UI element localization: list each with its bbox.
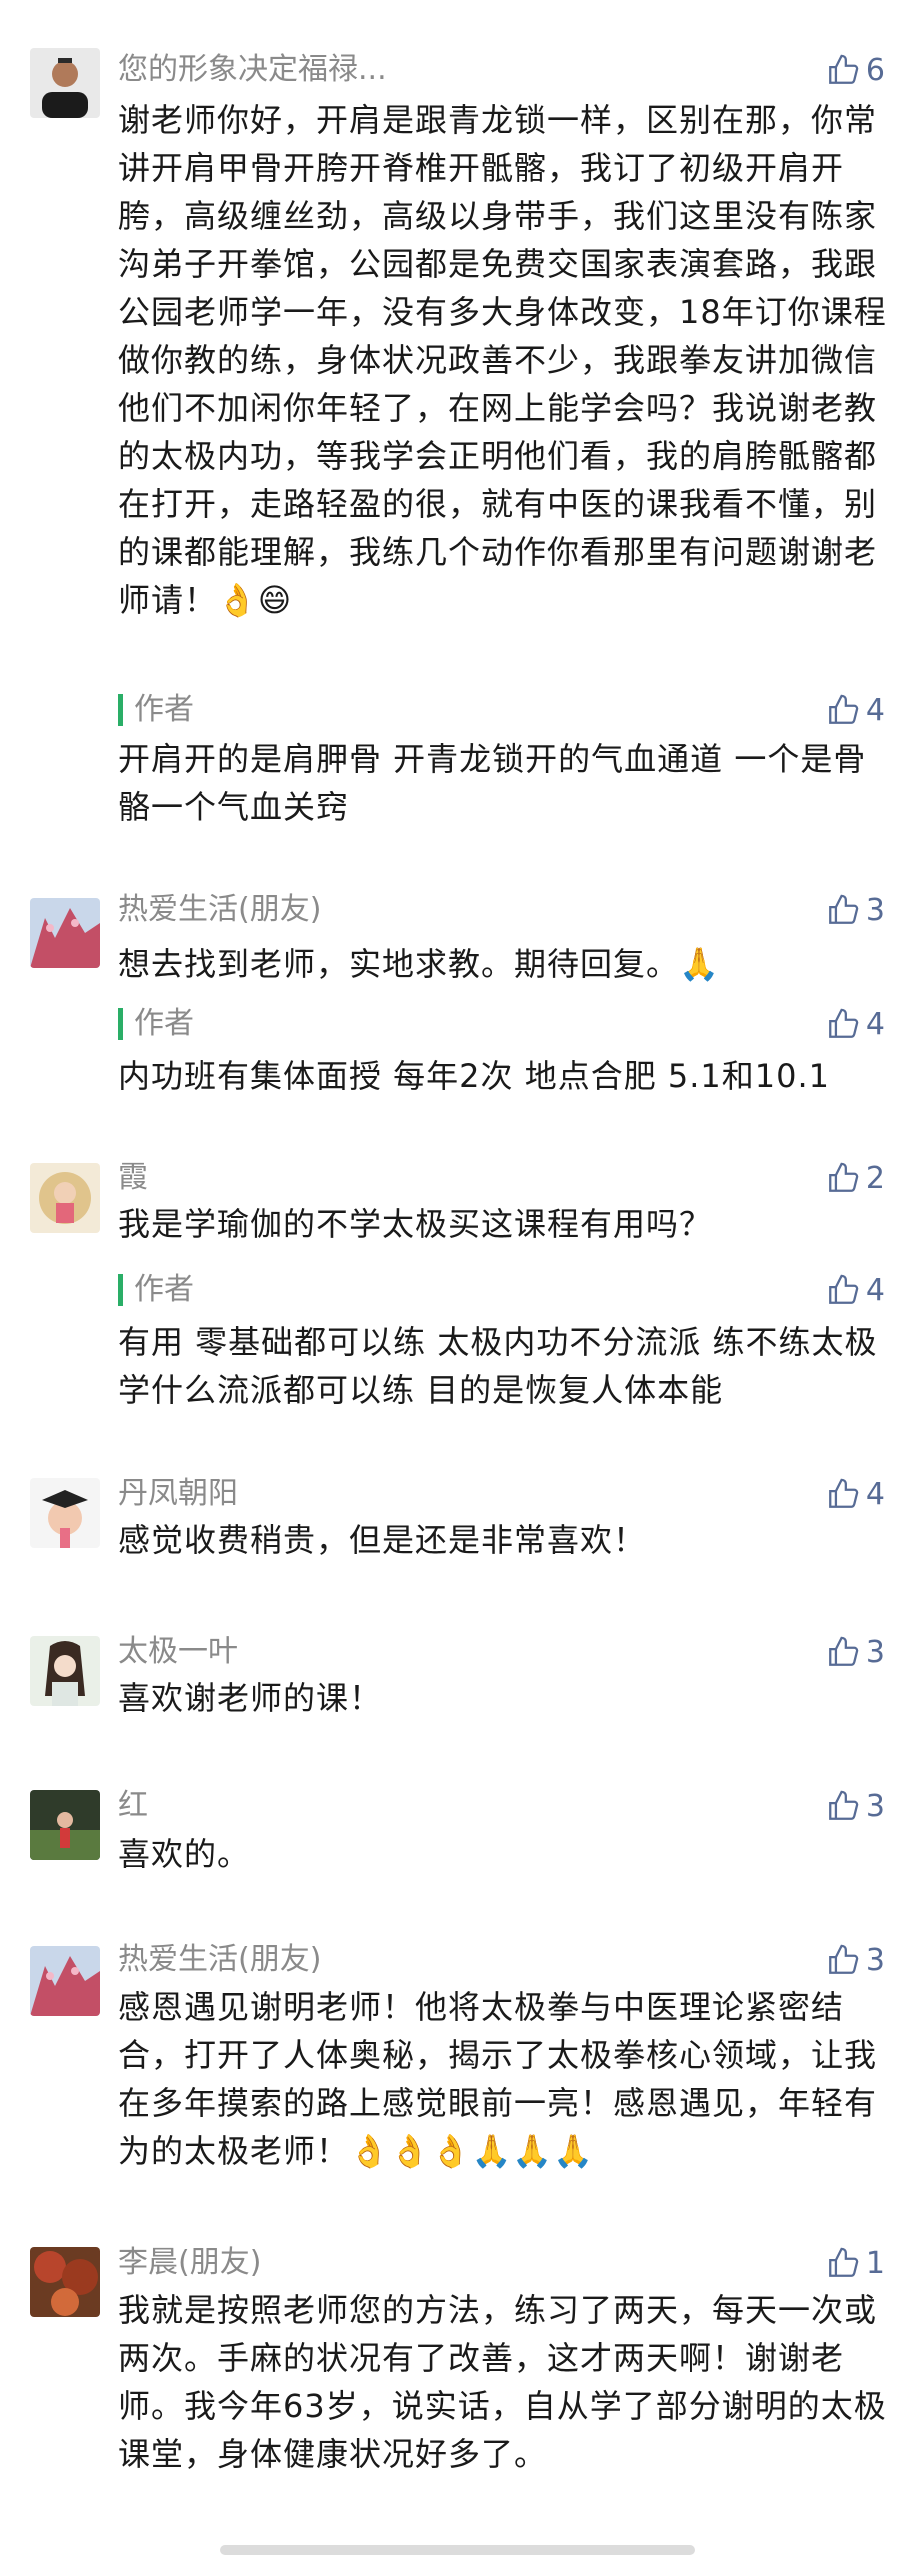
thumbs-up-icon: [829, 1790, 859, 1820]
like-button[interactable]: 3: [826, 890, 885, 930]
comment-text: 谢老师你好，开肩是跟青龙锁一样，区别在那，你常讲开肩甲骨开胯开脊椎开骶髂，我订了…: [118, 101, 887, 619]
like-count: 3: [865, 1634, 885, 1670]
like-button[interactable]: 3: [826, 1632, 885, 1672]
comment-text: 感觉收费稍贵，但是还是非常喜欢！: [118, 1521, 647, 1559]
author-label: 作者: [134, 1272, 194, 1307]
thumbs-up-icon: [829, 694, 859, 724]
comment-text: 我就是按照老师您的方法，练习了两天，每天一次或两次。手麻的状况有了改善，这才两天…: [118, 2291, 887, 2473]
like-button[interactable]: 6: [826, 50, 885, 90]
like-button[interactable]: 4: [826, 1474, 885, 1514]
thumbs-up-icon: [829, 1478, 859, 1508]
thumbs-up-icon: [829, 1162, 859, 1192]
avatar[interactable]: [30, 1478, 100, 1548]
commenter-name[interactable]: 丹凤朝阳: [118, 1474, 238, 1514]
reply-like-button[interactable]: 4: [826, 690, 885, 730]
reply-text: 内功班有集体面授 每年2次 地点合肥 5.1和10.1: [118, 1057, 831, 1095]
like-count: 4: [865, 1476, 885, 1512]
avatar[interactable]: [30, 1790, 100, 1860]
author-label: 作者: [134, 692, 194, 727]
avatar[interactable]: [30, 1163, 100, 1233]
like-count: 6: [865, 52, 885, 88]
reply-like-button[interactable]: 4: [826, 1270, 885, 1310]
thumbs-up-icon: [829, 1636, 859, 1666]
comment-text: 想去找到老师，实地求教。期待回复。🙏: [118, 945, 720, 983]
home-indicator: [220, 2545, 695, 2555]
commenter-name[interactable]: 热爱生活(朋友): [118, 1940, 321, 1980]
thumbs-up-icon: [829, 54, 859, 84]
like-count: 1: [865, 2245, 885, 2281]
like-count: 3: [865, 1788, 885, 1824]
commenter-name[interactable]: 您的形象决定福禄...: [118, 50, 387, 90]
thumbs-up-icon: [829, 2247, 859, 2277]
reply-text: 开肩开的是肩胛骨 开青龙锁开的气血通道 一个是骨骼一个气血关窍: [118, 740, 867, 826]
avatar[interactable]: [30, 1946, 100, 2016]
avatar[interactable]: [30, 48, 100, 118]
thumbs-up-icon: [829, 1008, 859, 1038]
like-count: 4: [865, 1006, 885, 1042]
commenter-name[interactable]: 热爱生活(朋友): [118, 890, 321, 930]
like-count: 4: [865, 692, 885, 728]
like-button[interactable]: 1: [826, 2243, 885, 2283]
like-count: 3: [865, 1942, 885, 1978]
commenter-name[interactable]: 红: [118, 1786, 148, 1826]
like-button[interactable]: 3: [826, 1940, 885, 1980]
author-reply-bar: [118, 1274, 123, 1306]
author-label: 作者: [134, 1006, 194, 1041]
comment-text: 喜欢的。: [118, 1835, 251, 1873]
avatar[interactable]: [30, 2247, 100, 2317]
author-reply-bar: [118, 694, 123, 726]
thumbs-up-icon: [829, 1944, 859, 1974]
avatar[interactable]: [30, 898, 100, 968]
like-count: 2: [865, 1160, 885, 1196]
reply-like-button[interactable]: 4: [826, 1004, 885, 1044]
like-count: 3: [865, 892, 885, 928]
author-reply-bar: [118, 1008, 123, 1040]
commenter-name[interactable]: 太极一叶: [118, 1632, 238, 1672]
thumbs-up-icon: [829, 1274, 859, 1304]
commenter-name[interactable]: 霞: [118, 1158, 148, 1198]
like-button[interactable]: 2: [826, 1158, 885, 1198]
avatar[interactable]: [30, 1636, 100, 1706]
comment-text: 感恩遇见谢明老师！他将太极拳与中医理论紧密结合，打开了人体奥秘，揭示了太极拳核心…: [118, 1988, 878, 2170]
commenter-name[interactable]: 李晨(朋友): [118, 2243, 261, 2283]
thumbs-up-icon: [829, 894, 859, 924]
like-count: 4: [865, 1272, 885, 1308]
reply-text: 有用 零基础都可以练 太极内功不分流派 练不练太极 学什么流派都可以练 目的是恢…: [118, 1323, 878, 1409]
comment-text: 喜欢谢老师的课！: [118, 1679, 383, 1717]
like-button[interactable]: 3: [826, 1786, 885, 1826]
comment-text: 我是学瑜伽的不学太极买这课程有用吗？: [118, 1205, 713, 1243]
